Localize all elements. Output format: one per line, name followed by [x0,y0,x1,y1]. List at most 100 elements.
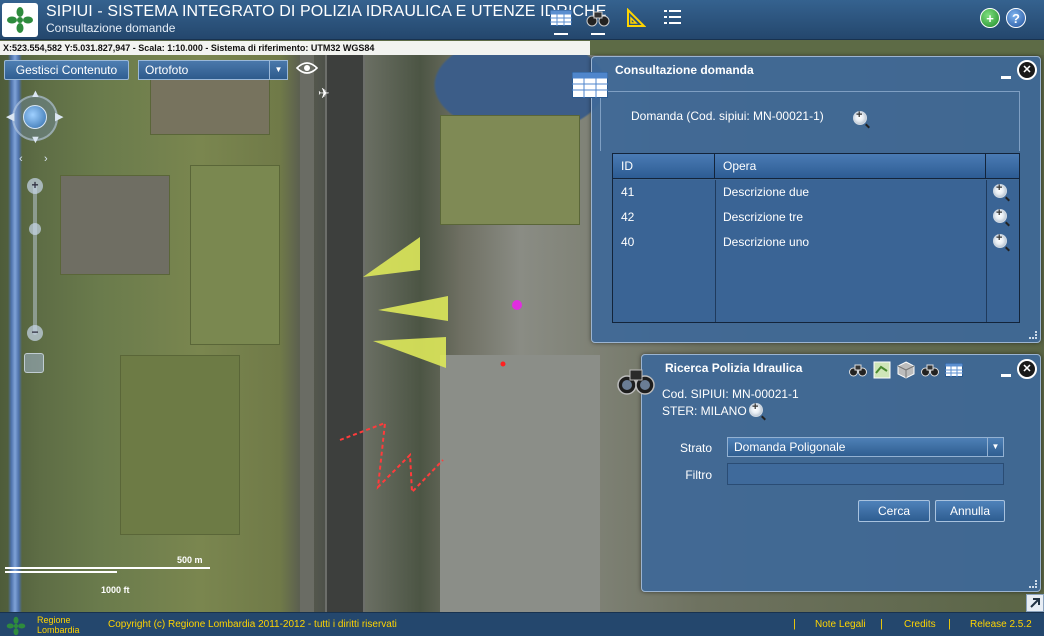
map-overlays [339,237,522,495]
ruler-icon[interactable] [623,5,649,31]
table-row[interactable]: 42 Descrizione tre [613,205,1025,230]
separator: | [948,618,951,630]
ster-label: STER: MILANO [662,404,747,418]
zoom-to-icon[interactable] [749,401,763,417]
region-name: Regione Lombardia [37,615,80,635]
close-icon[interactable]: ✕ [1017,60,1037,80]
zoom-in-button[interactable]: + [27,178,43,194]
pan-right-icon[interactable]: ▶ [55,110,63,123]
annulla-button[interactable]: Annulla [935,500,1005,522]
add-button[interactable]: + [980,8,1000,28]
cell-opera: Descrizione due [723,185,810,199]
panel-title: Ricerca Polizia Idraulica [665,361,803,375]
table-icon[interactable] [944,360,964,380]
table-row[interactable]: 40 Descrizione uno [613,230,1025,255]
consultazione-panel: Consultazione domanda ✕ Domanda (Cod. si… [591,56,1041,343]
globe-icon[interactable] [23,105,47,129]
polygon-feature[interactable] [373,337,446,368]
zoom-handle[interactable] [29,223,41,235]
airplane-icon: ✈ [318,85,330,101]
filtro-label: Filtro [685,468,712,482]
grid-body: 41 Descrizione due 42 Descrizione tre 40… [613,180,1019,322]
point-feature[interactable] [512,300,522,310]
identify-icon[interactable] [24,403,44,423]
separator: | [793,618,796,630]
copyright-text: Copyright (c) Regione Lombardia 2011-201… [108,619,397,630]
select-tool-icon[interactable] [24,353,44,373]
strato-label: Strato [679,441,712,455]
cell-id: 41 [621,185,635,199]
expand-map-button[interactable] [1026,594,1044,612]
binoculars-icon[interactable] [848,360,868,380]
app-header: SIPIUI - SISTEMA INTEGRATO DI POLIZIA ID… [0,0,1044,40]
coordinates-readout: X:523.554,582 Y:5.031.827,947 - Scala: 1… [0,41,590,55]
close-icon[interactable]: ✕ [1017,359,1037,379]
cerca-button[interactable]: Cerca [858,500,930,522]
chevron-down-icon[interactable]: ▼ [987,438,1003,456]
point-feature[interactable] [500,361,506,367]
minimize-icon[interactable] [1001,374,1011,377]
ricerca-panel: Ricerca Polizia Idraulica ✕ Cod. SIPIUI:… [641,354,1041,592]
lombardia-logo-icon [5,616,33,636]
grid-header: ID Opera [613,154,1019,179]
pan-up-icon[interactable]: ▲ [30,88,41,100]
zoom-to-icon[interactable] [993,182,1007,198]
back-icon[interactable]: ‹ [19,153,23,165]
strato-value: Domanda Poligonale [734,440,846,454]
binoculars-icon[interactable] [585,5,611,35]
base-layer-select[interactable]: Ortofoto ▼ [138,60,288,80]
credits-link[interactable]: Credits [904,619,936,630]
release-label: Release 2.5.2 [970,619,1032,630]
zoom-to-icon[interactable] [993,232,1007,248]
scale-imperial: 1000 ft [101,585,130,595]
polygon-feature[interactable] [378,296,448,321]
gestisci-contenuto-button[interactable]: Gestisci Contenuto [4,60,129,80]
forward-icon[interactable]: › [44,153,48,165]
column-header-id[interactable]: ID [613,154,715,179]
search-binoculars-icon[interactable] [920,360,940,380]
app-subtitle: Consultazione domande [46,21,176,35]
table-icon [572,72,608,98]
pan-down-icon[interactable]: ▼ [30,134,41,146]
cube-icon[interactable] [896,360,916,380]
line-feature[interactable] [339,421,444,495]
cell-opera: Descrizione tre [723,210,804,224]
strato-select[interactable]: Domanda Poligonale ▼ [727,437,1004,457]
separator: | [880,618,883,630]
eye-icon[interactable] [295,60,319,78]
minimize-icon[interactable] [1001,76,1011,79]
pan-left-icon[interactable]: ◀ [6,110,14,123]
region-line-2: Lombardia [37,625,80,635]
binoculars-icon [616,365,656,395]
zoom-out-button[interactable]: − [27,325,43,341]
lombardia-logo-icon [2,3,38,37]
panel-title: Consultazione domanda [615,63,754,77]
resize-grip[interactable] [1029,331,1037,339]
zoom-slider[interactable] [33,185,37,335]
column-header-opera[interactable]: Opera [715,154,986,179]
region-line-1: Regione [37,615,71,625]
pan-hand-icon[interactable] [24,378,44,398]
zoom-to-icon[interactable] [853,109,867,125]
base-layer-value: Ortofoto [145,63,189,77]
table-icon[interactable] [548,5,574,35]
chevron-down-icon[interactable]: ▼ [269,61,287,79]
app-footer: Regione Lombardia Copyright (c) Regione … [0,612,1044,636]
list-icon[interactable] [660,5,686,31]
cell-id: 42 [621,210,635,224]
map-search-icon[interactable] [872,360,892,380]
help-button[interactable]: ? [1006,8,1026,28]
polygon-feature[interactable] [363,237,420,277]
note-legali-link[interactable]: Note Legali [815,619,866,630]
zoom-to-icon[interactable] [993,207,1007,223]
cell-opera: Descrizione uno [723,235,810,249]
opere-grid: ID Opera 41 Descrizione due 42 Descrizio… [612,153,1020,323]
scale-bar: 500 m 1000 ft [5,553,225,595]
info-icon[interactable] [24,428,44,448]
table-row[interactable]: 41 Descrizione due [613,180,1025,205]
scale-metric: 500 m [177,555,203,565]
app-title: SIPIUI - SISTEMA INTEGRATO DI POLIZIA ID… [46,3,607,20]
resize-grip[interactable] [1029,580,1037,588]
filtro-input[interactable] [727,463,1004,485]
cell-id: 40 [621,235,635,249]
